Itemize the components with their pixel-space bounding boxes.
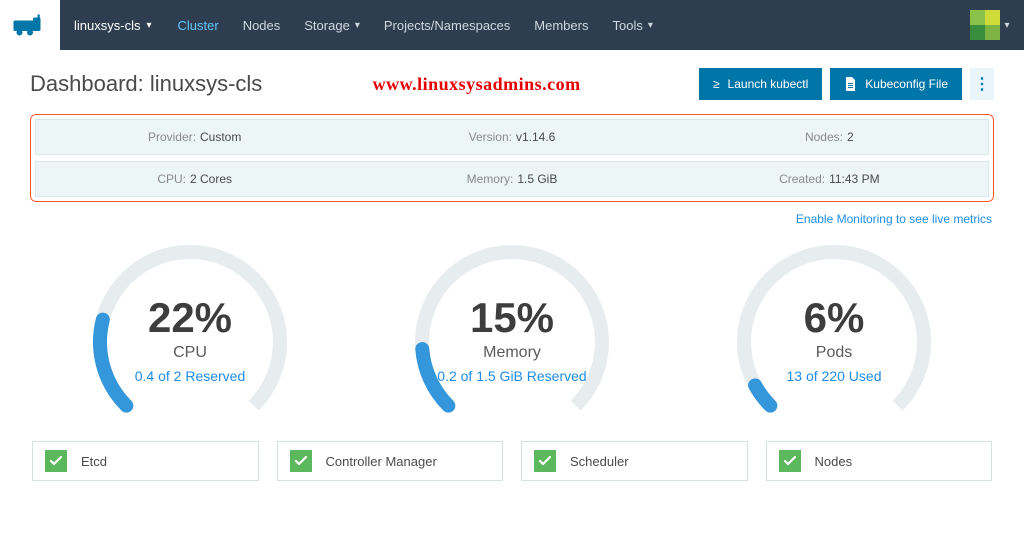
nav-items: Cluster Nodes Storage ▾ Projects/Namespaces M…	[166, 0, 665, 50]
top-navbar: linuxsys-cls ▾ Cluster Nodes Storage ▾ Proje…	[0, 0, 1024, 50]
info-label: CPU:	[157, 172, 186, 186]
chevron-down-icon: ▾	[1004, 20, 1009, 31]
cluster-selector[interactable]: linuxsys-cls ▾	[60, 0, 166, 50]
cluster-info-box: Provider: Custom Version: v1.14.6 Nodes: 2 CP…	[30, 114, 994, 202]
chevron-down-icon: ▾	[146, 20, 151, 31]
info-value: 1.5 GiB	[517, 172, 557, 186]
page-title: Dashboard: linuxsys-cls	[30, 71, 262, 97]
info-label: Memory:	[467, 172, 514, 186]
check-icon	[45, 450, 67, 472]
nav-item-projects-namespaces[interactable]: Projects/Namespaces	[372, 0, 522, 50]
info-label: Provider:	[148, 130, 196, 144]
cluster-selector-label: linuxsys-cls	[74, 18, 140, 33]
status-label: Nodes	[815, 454, 853, 469]
gauge-percent: 15%	[362, 294, 662, 342]
check-icon	[779, 450, 801, 472]
user-menu[interactable]: ▾	[968, 3, 1012, 47]
launch-kubectl-button[interactable]: ≥ Launch kubectl	[699, 68, 822, 100]
nav-item-label: Cluster	[178, 18, 219, 33]
info-label: Version:	[469, 130, 512, 144]
gauge-subtitle: 0.2 of 1.5 GiB Reserved	[362, 368, 662, 384]
gauge-memory: 15% Memory 0.2 of 1.5 GiB Reserved	[362, 232, 662, 437]
info-cell: Provider: Custom	[36, 130, 353, 144]
status-tile-controller-manager[interactable]: Controller Manager	[277, 441, 504, 481]
gauge-subtitle: 13 of 220 Used	[684, 368, 984, 384]
nav-item-label: Projects/Namespaces	[384, 18, 510, 33]
info-label: Nodes:	[805, 130, 843, 144]
button-label: Launch kubectl	[728, 77, 809, 91]
info-value: 2	[847, 130, 854, 144]
gauge-subtitle: 0.4 of 2 Reserved	[40, 368, 340, 384]
nav-item-storage[interactable]: Storage ▾	[292, 0, 372, 50]
gauge-name: CPU	[40, 344, 340, 362]
gauges-row: 22% CPU 0.4 of 2 Reserved 15% Memory 0.2…	[30, 232, 994, 437]
info-cell: Memory:1.5 GiB	[353, 172, 670, 186]
status-tile-etcd[interactable]: Etcd	[32, 441, 259, 481]
actions-menu-button[interactable]: ⋮	[970, 68, 994, 100]
status-label: Controller Manager	[326, 454, 437, 469]
gauge-percent: 6%	[684, 294, 984, 342]
status-label: Scheduler	[570, 454, 629, 469]
nav-item-nodes[interactable]: Nodes	[231, 0, 293, 50]
nav-item-tools[interactable]: Tools ▾	[600, 0, 664, 50]
status-row: Etcd Controller Manager Scheduler Nodes	[30, 441, 994, 481]
info-value: 2 Cores	[190, 172, 232, 186]
gauge-percent: 22%	[40, 294, 340, 342]
chevron-down-icon: ▾	[648, 20, 653, 31]
info-value: 11:43 PM	[829, 172, 879, 186]
gauge-pods: 6% Pods 13 of 220 Used	[684, 232, 984, 437]
avatar-icon	[970, 10, 1000, 40]
info-cell: CPU: 2 Cores	[36, 172, 353, 186]
status-tile-scheduler[interactable]: Scheduler	[521, 441, 748, 481]
watermark-text: www.linuxsysadmins.com	[262, 74, 691, 95]
info-value: Custom	[200, 130, 241, 144]
check-icon	[290, 450, 312, 472]
button-label: Kubeconfig File	[865, 77, 948, 91]
nav-item-label: Nodes	[243, 18, 281, 33]
brand-logo[interactable]	[0, 0, 60, 50]
page-content: Dashboard: linuxsys-cls www.linuxsysadmi…	[0, 50, 1024, 481]
info-label: Created:	[779, 172, 825, 186]
gauge-cpu: 22% CPU 0.4 of 2 Reserved	[40, 232, 340, 437]
file-icon	[844, 77, 857, 91]
check-icon	[534, 450, 556, 472]
rancher-logo-icon	[12, 13, 48, 37]
title-row: Dashboard: linuxsys-cls www.linuxsysadmi…	[30, 68, 994, 100]
nav-item-cluster[interactable]: Cluster	[166, 0, 231, 50]
info-cell: Nodes: 2	[671, 130, 988, 144]
info-cell: Created: 11:43 PM	[671, 172, 988, 186]
nav-item-label: Storage	[304, 18, 350, 33]
nav-item-label: Tools	[612, 18, 642, 33]
status-label: Etcd	[81, 454, 107, 469]
nav-item-label: Members	[534, 18, 588, 33]
chevron-down-icon: ▾	[355, 20, 360, 31]
kubeconfig-button[interactable]: Kubeconfig File	[830, 68, 962, 100]
info-cell: Version: v1.14.6	[353, 130, 670, 144]
kebab-icon: ⋮	[974, 74, 990, 94]
info-row: Provider: Custom Version: v1.14.6 Nodes: 2	[35, 119, 989, 155]
enable-monitoring-link[interactable]: Enable Monitoring to see live metrics	[30, 212, 992, 226]
nav-item-members[interactable]: Members	[522, 0, 600, 50]
terminal-icon: ≥	[713, 77, 720, 91]
status-tile-nodes[interactable]: Nodes	[766, 441, 993, 481]
gauge-name: Pods	[684, 344, 984, 362]
gauge-name: Memory	[362, 344, 662, 362]
info-value: v1.14.6	[516, 130, 555, 144]
info-row: CPU: 2 Cores Memory:1.5 GiB Created: 11:43 P…	[35, 161, 989, 197]
